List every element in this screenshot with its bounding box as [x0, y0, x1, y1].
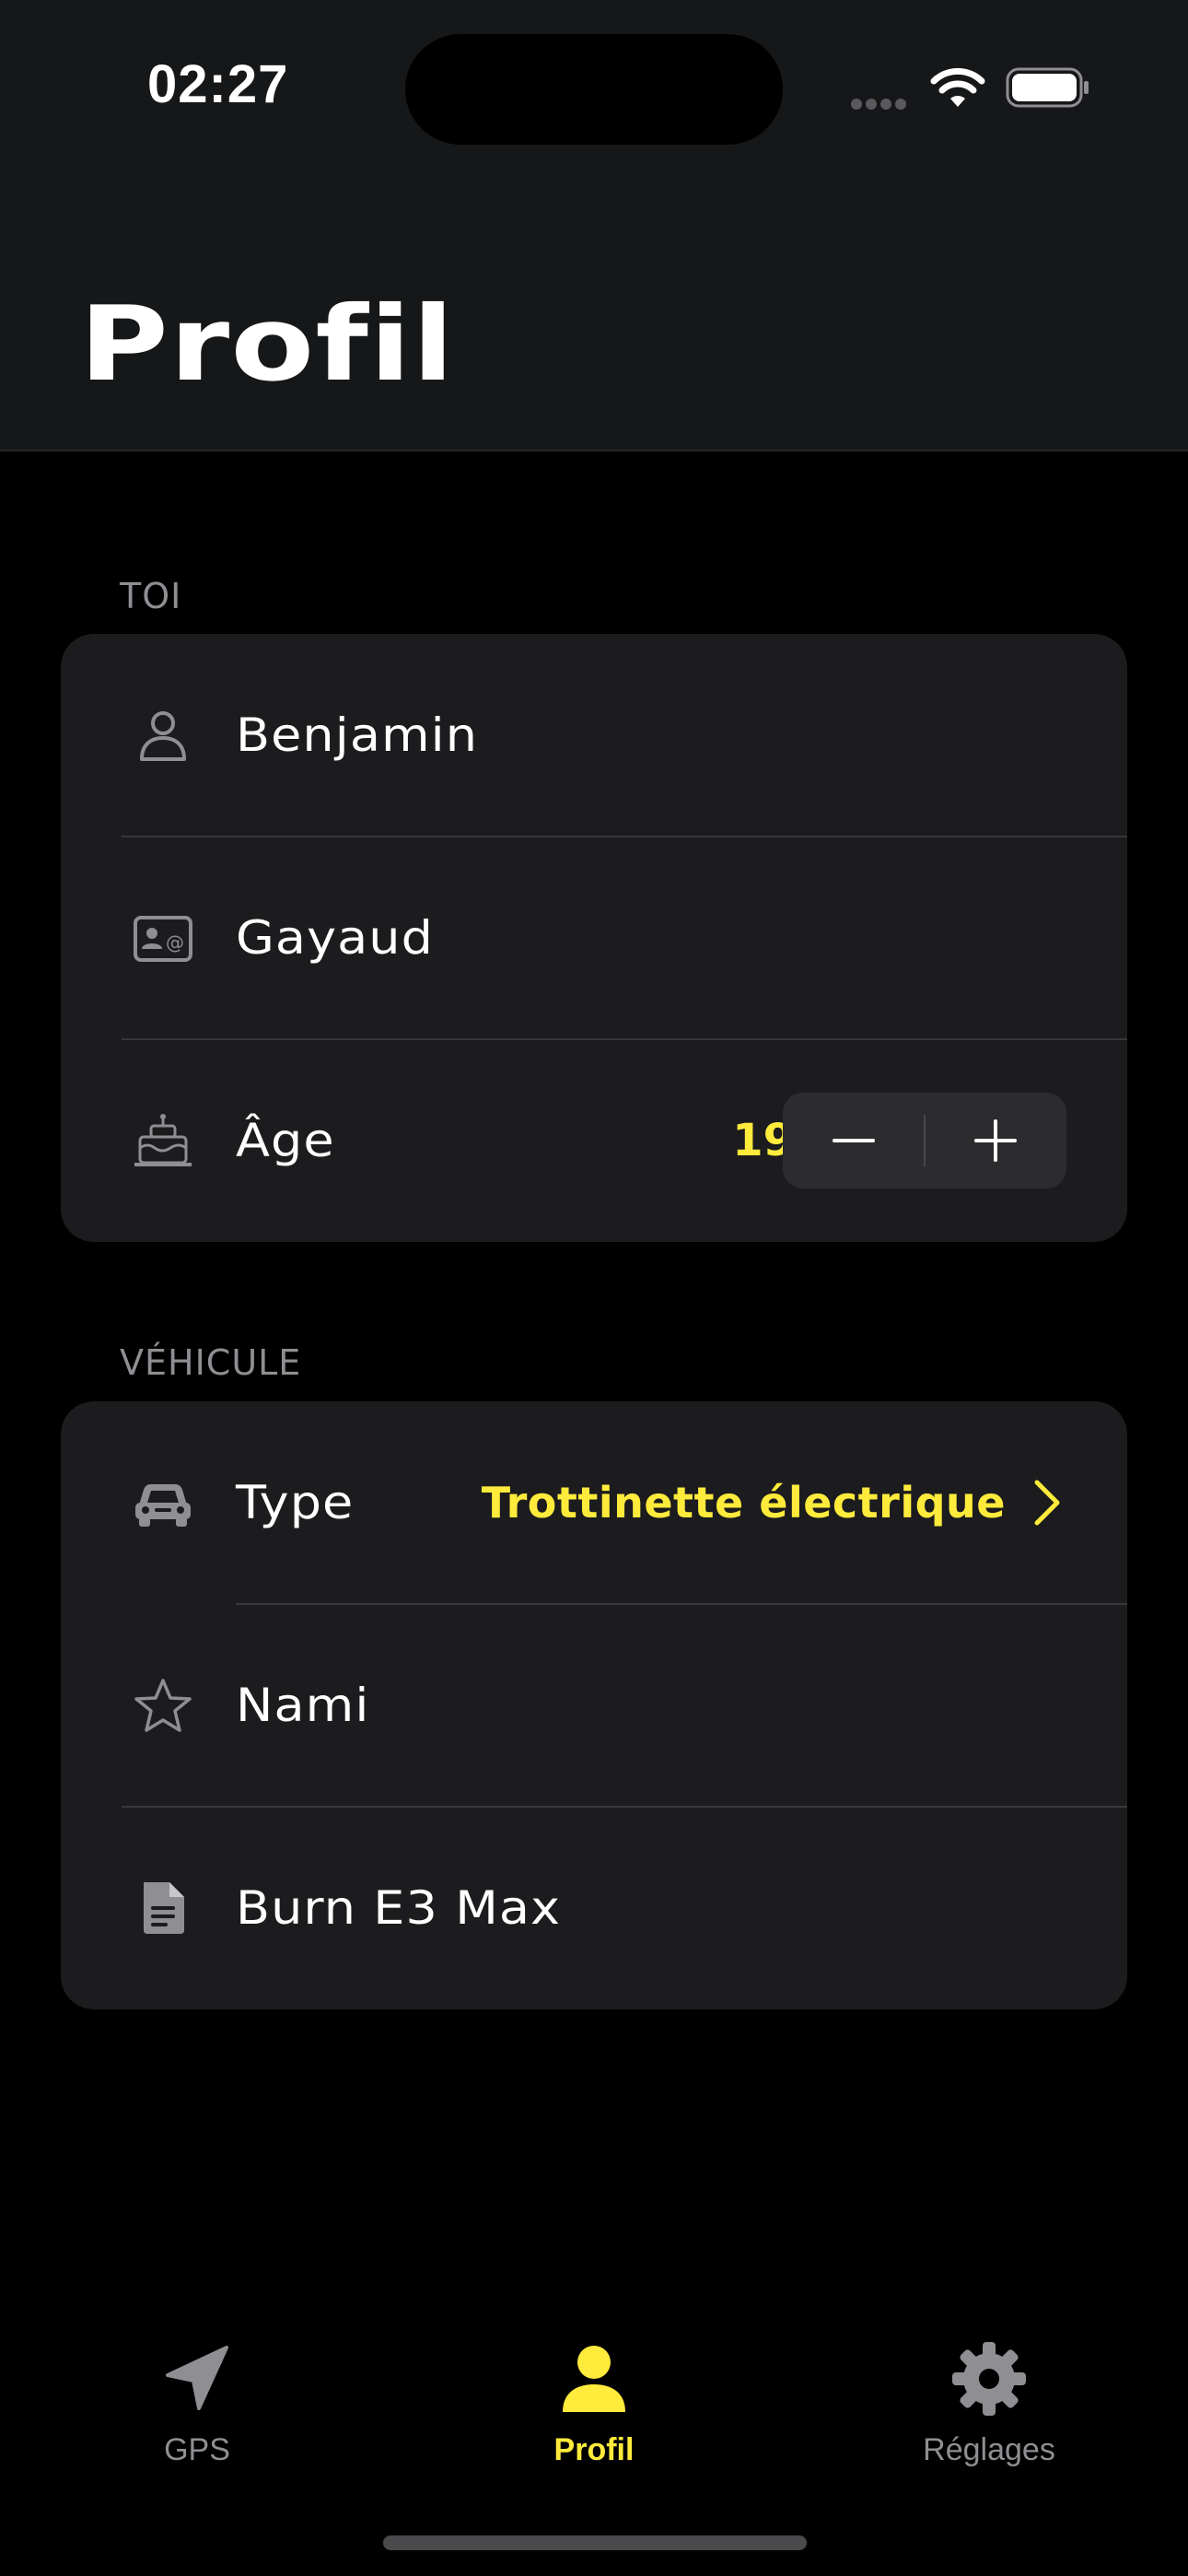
- contact-card-icon: @: [134, 916, 192, 962]
- card-toi: Benjamin @ Gayaud Âge 19: [61, 634, 1127, 1242]
- increment-button[interactable]: [925, 1093, 1066, 1188]
- person-outline-icon: [140, 711, 186, 761]
- vehicle-type-label: Type: [236, 1476, 355, 1529]
- tab-profil-label: Profil: [553, 2432, 635, 2467]
- tab-gps[interactable]: GPS: [59, 2340, 335, 2497]
- svg-text:@: @: [166, 931, 184, 954]
- first-name-row[interactable]: Benjamin: [61, 634, 1127, 837]
- tab-gps-label: GPS: [164, 2432, 230, 2467]
- first-name-value: Benjamin: [236, 708, 479, 762]
- dynamic-island: [405, 34, 783, 145]
- chevron-right-icon: [1034, 1480, 1060, 1526]
- vehicle-type-value: Trottinette électrique: [481, 1478, 1006, 1528]
- page-title: Profil: [79, 285, 456, 404]
- document-icon: [144, 1882, 184, 1934]
- tab-reglages-label: Réglages: [923, 2432, 1055, 2467]
- age-value: 19: [732, 1115, 794, 1166]
- person-icon: [563, 2346, 625, 2412]
- age-row: Âge 19: [61, 1039, 1127, 1242]
- navigation-header: Profil: [0, 175, 1188, 451]
- decrement-button[interactable]: [783, 1093, 925, 1188]
- age-label: Âge: [236, 1114, 335, 1167]
- last-name-row[interactable]: @ Gayaud: [61, 837, 1127, 1039]
- gear-icon: [952, 2342, 1026, 2416]
- last-name-value: Gayaud: [236, 911, 434, 965]
- card-vehicule: Type Trottinette électrique Nami Burn E3…: [61, 1401, 1127, 2009]
- star-icon: [134, 1679, 192, 1732]
- cellular-signal-icon: [851, 96, 912, 110]
- vehicle-type-row[interactable]: Type Trottinette électrique: [61, 1401, 1127, 1604]
- vehicle-model-row[interactable]: Burn E3 Max: [61, 1807, 1127, 2009]
- tab-profil[interactable]: Profil: [456, 2340, 732, 2497]
- vehicle-brand-value: Nami: [236, 1679, 370, 1732]
- status-time: 02:27: [147, 54, 289, 114]
- status-bar: 02:27: [0, 0, 1188, 175]
- plus-icon: [974, 1119, 1017, 1162]
- home-indicator: [383, 2535, 807, 2550]
- section-header-toi: TOI: [120, 576, 182, 616]
- battery-icon: [1006, 67, 1089, 108]
- tab-reglages[interactable]: Réglages: [851, 2340, 1127, 2497]
- minus-icon: [833, 1139, 875, 1142]
- section-header-vehicule: VÉHICULE: [120, 1342, 302, 1383]
- age-stepper[interactable]: [783, 1093, 1066, 1188]
- wifi-icon: [930, 67, 985, 107]
- vehicle-brand-row[interactable]: Nami: [61, 1604, 1127, 1807]
- vehicle-model-value: Burn E3 Max: [236, 1881, 562, 1935]
- location-arrow-icon: [166, 2346, 228, 2410]
- car-icon: [135, 1484, 191, 1527]
- birthday-cake-icon: [134, 1114, 192, 1166]
